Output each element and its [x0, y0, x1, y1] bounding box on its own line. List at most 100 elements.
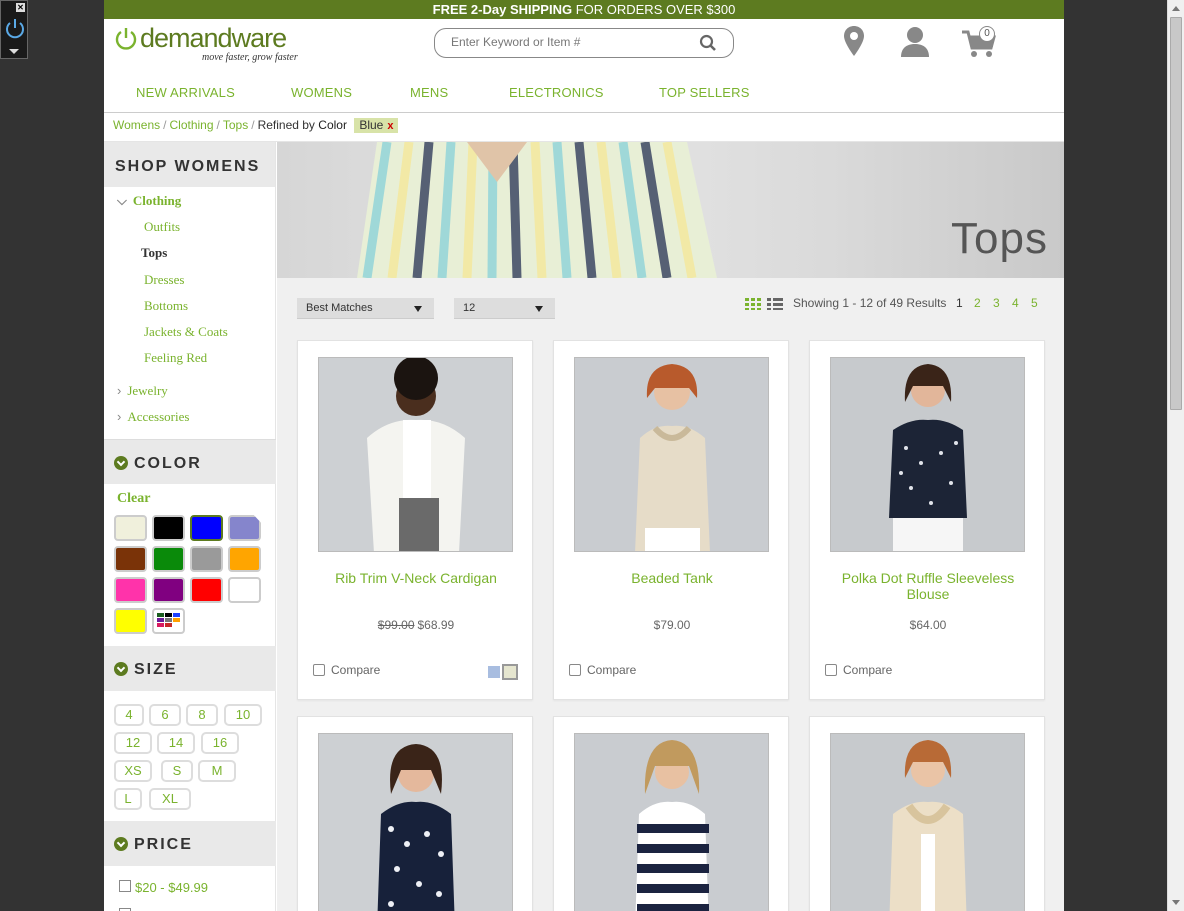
search-input[interactable] — [451, 35, 691, 49]
store-locator-icon[interactable] — [843, 25, 865, 57]
color-swatch[interactable] — [228, 577, 261, 603]
size-button[interactable]: 10 — [224, 704, 262, 726]
chevron-down-icon[interactable] — [9, 49, 19, 54]
page-5[interactable]: 5 — [1031, 296, 1038, 310]
chevron-circle-icon — [114, 662, 128, 676]
color-swatch[interactable] — [190, 577, 223, 603]
product-card[interactable] — [297, 716, 533, 911]
results-count: Showing 1 - 12 of 49 Results — [793, 296, 947, 310]
color-swatch[interactable] — [190, 515, 223, 541]
product-name[interactable]: Polka Dot Ruffle Sleeveless Blouse — [820, 570, 1036, 602]
color-swatch[interactable] — [114, 608, 147, 634]
close-icon[interactable]: ✕ — [16, 3, 25, 12]
sort-select[interactable]: Best Matches — [297, 298, 434, 319]
price-option-label[interactable]: $20 - $49.99 — [135, 880, 208, 895]
color-facet-heading[interactable]: COLOR — [104, 439, 276, 484]
category-outfits[interactable]: Outfits — [144, 219, 180, 235]
size-button[interactable]: XL — [149, 788, 191, 810]
search-icon[interactable] — [699, 34, 717, 52]
scroll-up-arrow-icon[interactable] — [1172, 6, 1180, 11]
nav-mens[interactable]: MENS — [410, 85, 448, 100]
nav-new-arrivals[interactable]: NEW ARRIVALS — [136, 85, 235, 100]
compare-checkbox[interactable] — [313, 664, 325, 676]
account-icon[interactable] — [900, 25, 930, 57]
size-button[interactable]: 6 — [149, 704, 181, 726]
scrollbar-thumb[interactable] — [1170, 17, 1182, 410]
size-button[interactable]: 8 — [186, 704, 218, 726]
product-image[interactable] — [574, 733, 769, 911]
breadcrumb-clothing[interactable]: Clothing — [169, 118, 213, 132]
vertical-scrollbar[interactable] — [1167, 0, 1184, 911]
color-swatch-blue[interactable] — [488, 666, 500, 678]
clear-color-link[interactable]: Clear — [117, 491, 150, 507]
compare-label[interactable]: Compare — [331, 663, 380, 677]
product-image[interactable] — [830, 357, 1025, 552]
color-swatch[interactable] — [152, 515, 185, 541]
grid-view-icon[interactable] — [745, 298, 761, 310]
color-swatch[interactable] — [228, 546, 261, 572]
color-swatch[interactable] — [114, 577, 147, 603]
extension-power-widget[interactable]: ✕ — [0, 0, 28, 59]
breadcrumb-womens[interactable]: Womens — [113, 118, 160, 132]
category-accessories[interactable]: › Accessories — [117, 409, 189, 425]
chevron-down-icon: ⌵ — [117, 193, 127, 208]
category-dresses[interactable]: Dresses — [144, 272, 184, 288]
product-image[interactable] — [318, 733, 513, 911]
page-4[interactable]: 4 — [1012, 296, 1019, 310]
compare-checkbox[interactable] — [569, 664, 581, 676]
page-3[interactable]: 3 — [993, 296, 1000, 310]
size-button[interactable]: M — [198, 760, 236, 782]
size-button[interactable]: 14 — [157, 732, 195, 754]
size-facet-heading[interactable]: SIZE — [104, 646, 276, 691]
size-button[interactable]: 12 — [114, 732, 152, 754]
category-banner: Tops — [277, 142, 1064, 278]
color-swatch[interactable] — [114, 546, 147, 572]
product-card[interactable] — [809, 716, 1045, 911]
scroll-down-arrow-icon[interactable] — [1172, 900, 1180, 905]
color-swatch[interactable] — [114, 515, 147, 541]
compare-checkbox[interactable] — [825, 664, 837, 676]
category-tops[interactable]: Tops — [141, 245, 167, 261]
product-name[interactable]: Rib Trim V-Neck Cardigan — [308, 570, 524, 586]
refinement-sidebar: SHOP WOMENS ⌵ Clothing Outfits Tops Dress… — [104, 142, 276, 911]
product-card[interactable] — [553, 716, 789, 911]
product-image[interactable] — [830, 733, 1025, 911]
price-facet-heading[interactable]: PRICE — [104, 821, 276, 866]
breadcrumb-tops[interactable]: Tops — [223, 118, 248, 132]
category-bottoms[interactable]: Bottoms — [144, 298, 188, 314]
product-image[interactable] — [574, 357, 769, 552]
page-2[interactable]: 2 — [974, 296, 981, 310]
category-jewelry[interactable]: › Jewelry — [117, 383, 168, 399]
category-jackets-coats[interactable]: Jackets & Coats — [144, 324, 228, 340]
product-name[interactable]: Beaded Tank — [564, 570, 780, 586]
color-swatch-ivory[interactable] — [502, 664, 518, 680]
size-button[interactable]: L — [114, 788, 142, 810]
power-icon[interactable] — [4, 17, 26, 39]
product-card[interactable]: Rib Trim V-Neck Cardigan $99.00 $68.99 Co… — [297, 340, 533, 700]
page-1: 1 — [956, 296, 963, 310]
per-page-select[interactable]: 12 — [454, 298, 555, 319]
size-button[interactable]: S — [161, 760, 193, 782]
category-feeling-red[interactable]: Feeling Red — [144, 350, 207, 366]
list-view-icon[interactable] — [767, 298, 783, 310]
compare-label[interactable]: Compare — [587, 663, 636, 677]
product-card[interactable]: Polka Dot Ruffle Sleeveless Blouse $64.0… — [809, 340, 1045, 700]
color-swatch[interactable] — [152, 577, 185, 603]
color-swatch[interactable] — [190, 546, 223, 572]
nav-womens[interactable]: WOMENS — [291, 85, 352, 100]
price-checkbox[interactable] — [119, 880, 131, 892]
size-button[interactable]: 4 — [114, 704, 144, 726]
remove-refinement-button[interactable]: x — [387, 120, 393, 132]
nav-electronics[interactable]: ELECTRONICS — [509, 85, 604, 100]
color-swatch[interactable] — [228, 515, 261, 541]
product-card[interactable]: Beaded Tank $79.00 Compare — [553, 340, 789, 700]
size-button[interactable]: XS — [114, 760, 152, 782]
nav-top-sellers[interactable]: TOP SELLERS — [659, 85, 750, 100]
size-button[interactable]: 16 — [201, 732, 239, 754]
compare-label[interactable]: Compare — [843, 663, 892, 677]
logo[interactable]: demandware move faster, grow faster — [114, 23, 304, 65]
product-image[interactable] — [318, 357, 513, 552]
color-swatch[interactable] — [152, 546, 185, 572]
color-swatch[interactable] — [152, 608, 185, 634]
category-clothing[interactable]: ⌵ Clothing — [117, 193, 181, 209]
